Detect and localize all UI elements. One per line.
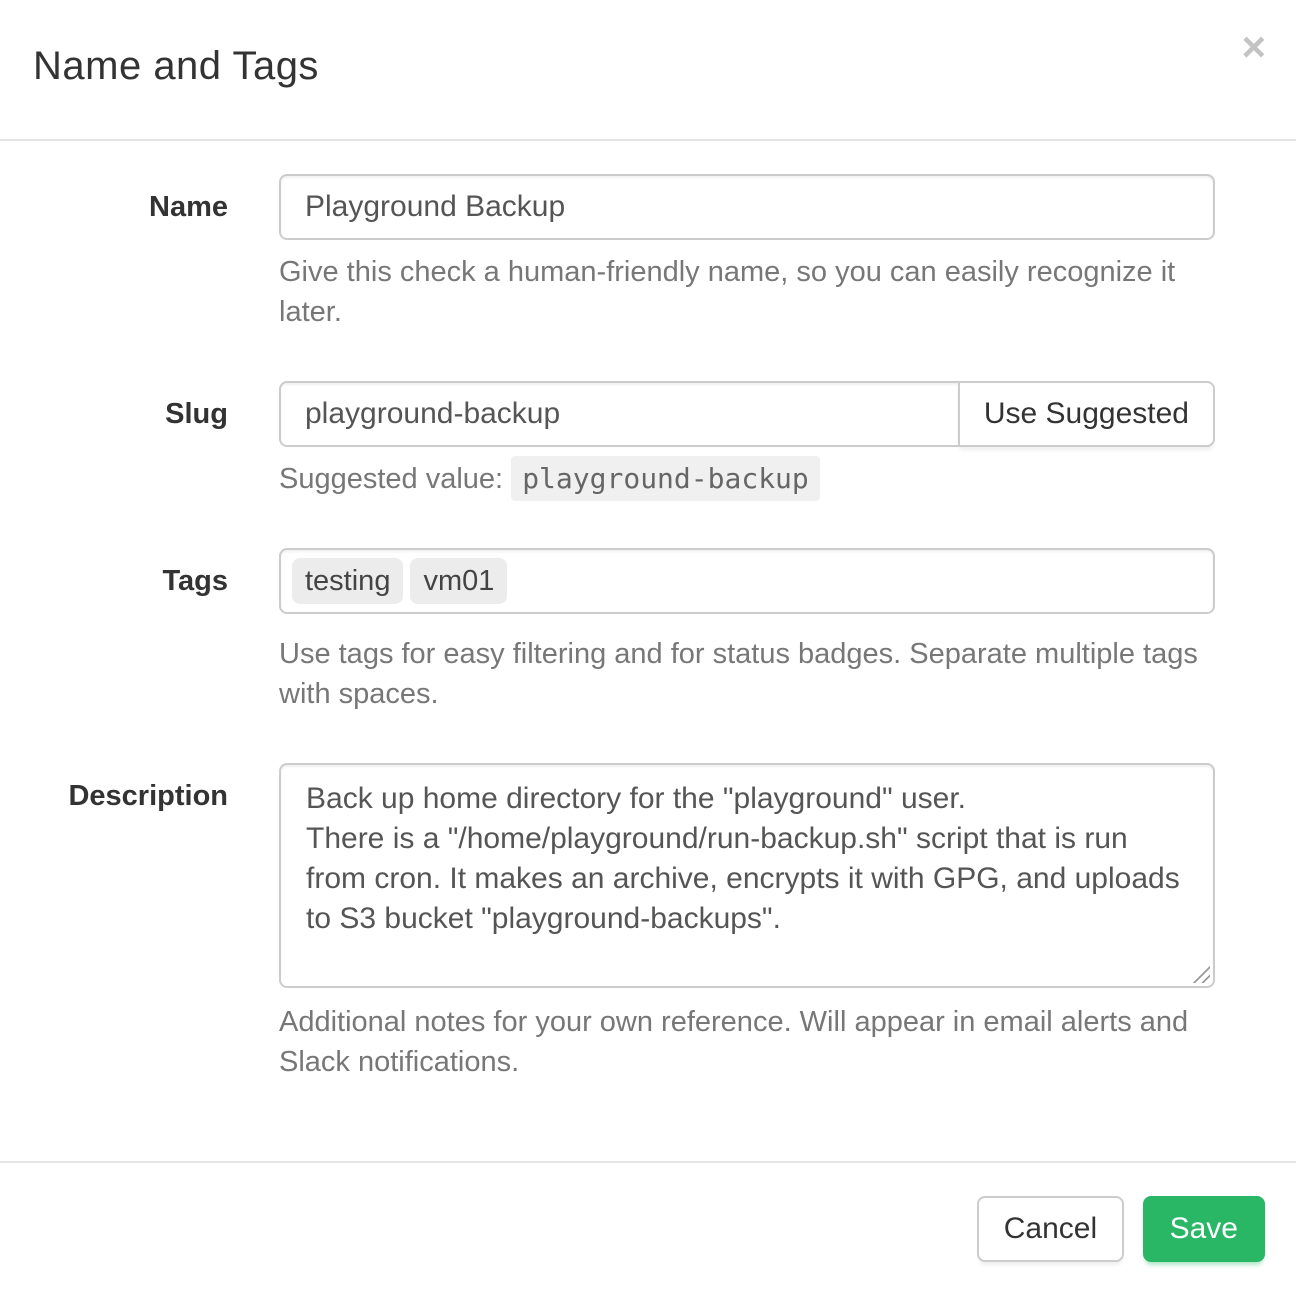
slug-input-group: Use Suggested [279, 381, 1215, 447]
slug-help-text: Suggested value: playground-backup [279, 459, 1215, 499]
name-field-row: Name Give this check a human-friendly na… [33, 174, 1215, 332]
description-control: Back up home directory for the "playgrou… [279, 763, 1215, 1082]
use-suggested-button[interactable]: Use Suggested [958, 381, 1215, 447]
slug-control: Use Suggested Suggested value: playgroun… [279, 381, 1215, 499]
tag-chip-vm01: vm01 [410, 558, 507, 604]
dialog-body: Name Give this check a human-friendly na… [0, 141, 1296, 1161]
dialog-title: Name and Tags [33, 44, 1265, 89]
slug-label: Slug [33, 381, 228, 499]
save-button[interactable]: Save [1143, 1196, 1265, 1262]
tag-chip-testing: testing [292, 558, 403, 604]
suggested-value-code: playground-backup [511, 456, 820, 501]
tags-control: testing vm01 Use tags for easy filtering… [279, 548, 1215, 714]
name-control: Give this check a human-friendly name, s… [279, 174, 1215, 332]
tags-field-row: Tags testing vm01 Use tags for easy filt… [33, 548, 1215, 714]
dialog-footer: Cancel Save [0, 1161, 1296, 1293]
tags-help-text: Use tags for easy filtering and for stat… [279, 634, 1215, 714]
tags-label: Tags [33, 548, 228, 714]
description-textarea-wrap: Back up home directory for the "playgrou… [279, 763, 1215, 988]
name-label: Name [33, 174, 228, 332]
name-input[interactable] [279, 174, 1215, 240]
tags-input[interactable]: testing vm01 [279, 548, 1215, 614]
slug-input[interactable] [279, 381, 960, 447]
name-help-text: Give this check a human-friendly name, s… [279, 252, 1215, 332]
cancel-button[interactable]: Cancel [977, 1196, 1124, 1262]
description-label: Description [33, 763, 228, 1082]
close-icon[interactable]: × [1237, 22, 1270, 72]
suggested-value-prefix: Suggested value: [279, 463, 503, 495]
slug-field-row: Slug Use Suggested Suggested value: play… [33, 381, 1215, 499]
description-textarea[interactable]: Back up home directory for the "playgrou… [279, 763, 1215, 988]
dialog-header: Name and Tags × [0, 0, 1296, 141]
name-and-tags-dialog: Name and Tags × Name Give this check a h… [0, 0, 1296, 1293]
description-field-row: Description Back up home directory for t… [33, 763, 1215, 1082]
description-help-text: Additional notes for your own reference.… [279, 1002, 1215, 1082]
